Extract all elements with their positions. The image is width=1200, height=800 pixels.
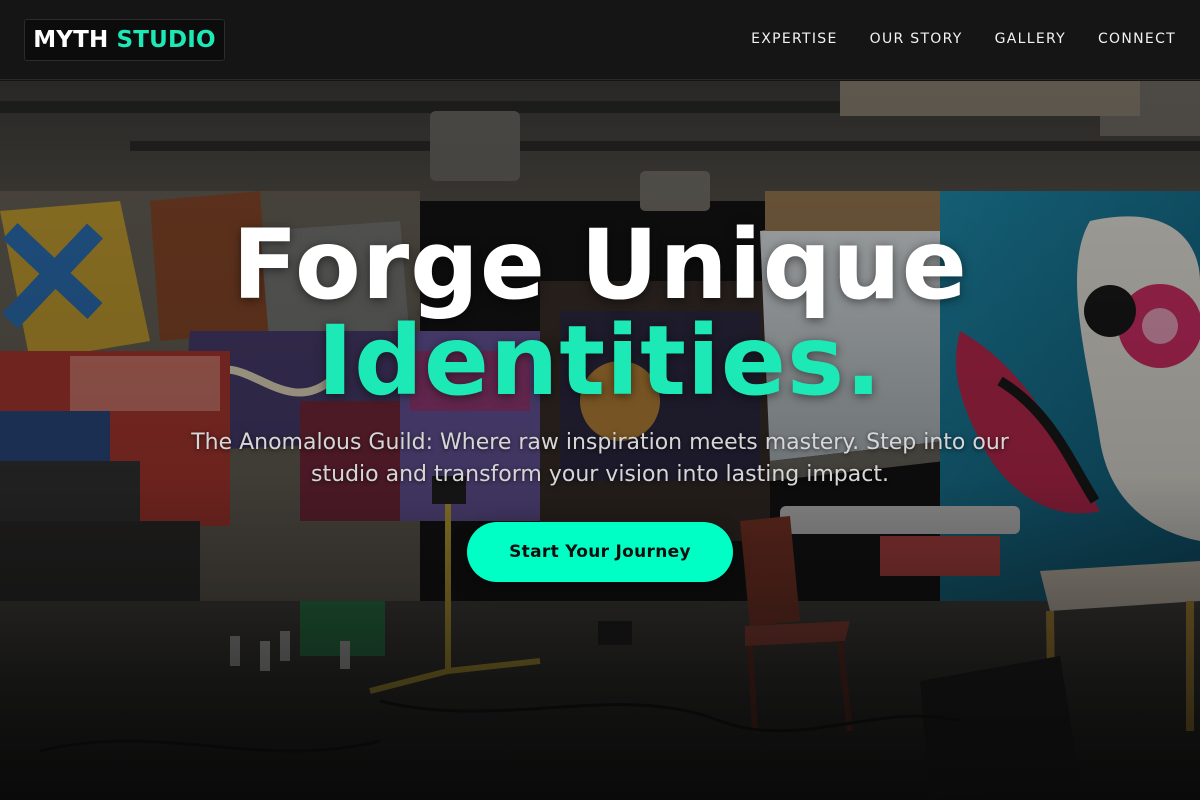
- top-navbar: MYTH STUDIO EXPERTISE OUR STORY GALLERY …: [0, 0, 1200, 80]
- nav-menu: EXPERTISE OUR STORY GALLERY CONNECT: [751, 31, 1176, 47]
- brand-word-1: MYTH: [33, 27, 109, 53]
- hero-headline-line-1: Forge Unique: [232, 209, 968, 321]
- hero-headline-line-2: Identities.: [317, 305, 883, 417]
- nav-link-connect[interactable]: CONNECT: [1098, 31, 1176, 47]
- nav-link-gallery[interactable]: GALLERY: [995, 31, 1066, 47]
- nav-link-expertise[interactable]: EXPERTISE: [751, 31, 838, 47]
- brand-logo[interactable]: MYTH STUDIO: [24, 19, 225, 61]
- hero-content: Forge Unique Identities. The Anomalous G…: [0, 81, 1200, 800]
- start-journey-button[interactable]: Start Your Journey: [467, 522, 733, 582]
- nav-link-our-story[interactable]: OUR STORY: [870, 31, 963, 47]
- hero-section: Forge Unique Identities. The Anomalous G…: [0, 81, 1200, 800]
- brand-word-2: STUDIO: [116, 27, 216, 53]
- hero-subtitle: The Anomalous Guild: Where raw inspirati…: [191, 430, 1009, 487]
